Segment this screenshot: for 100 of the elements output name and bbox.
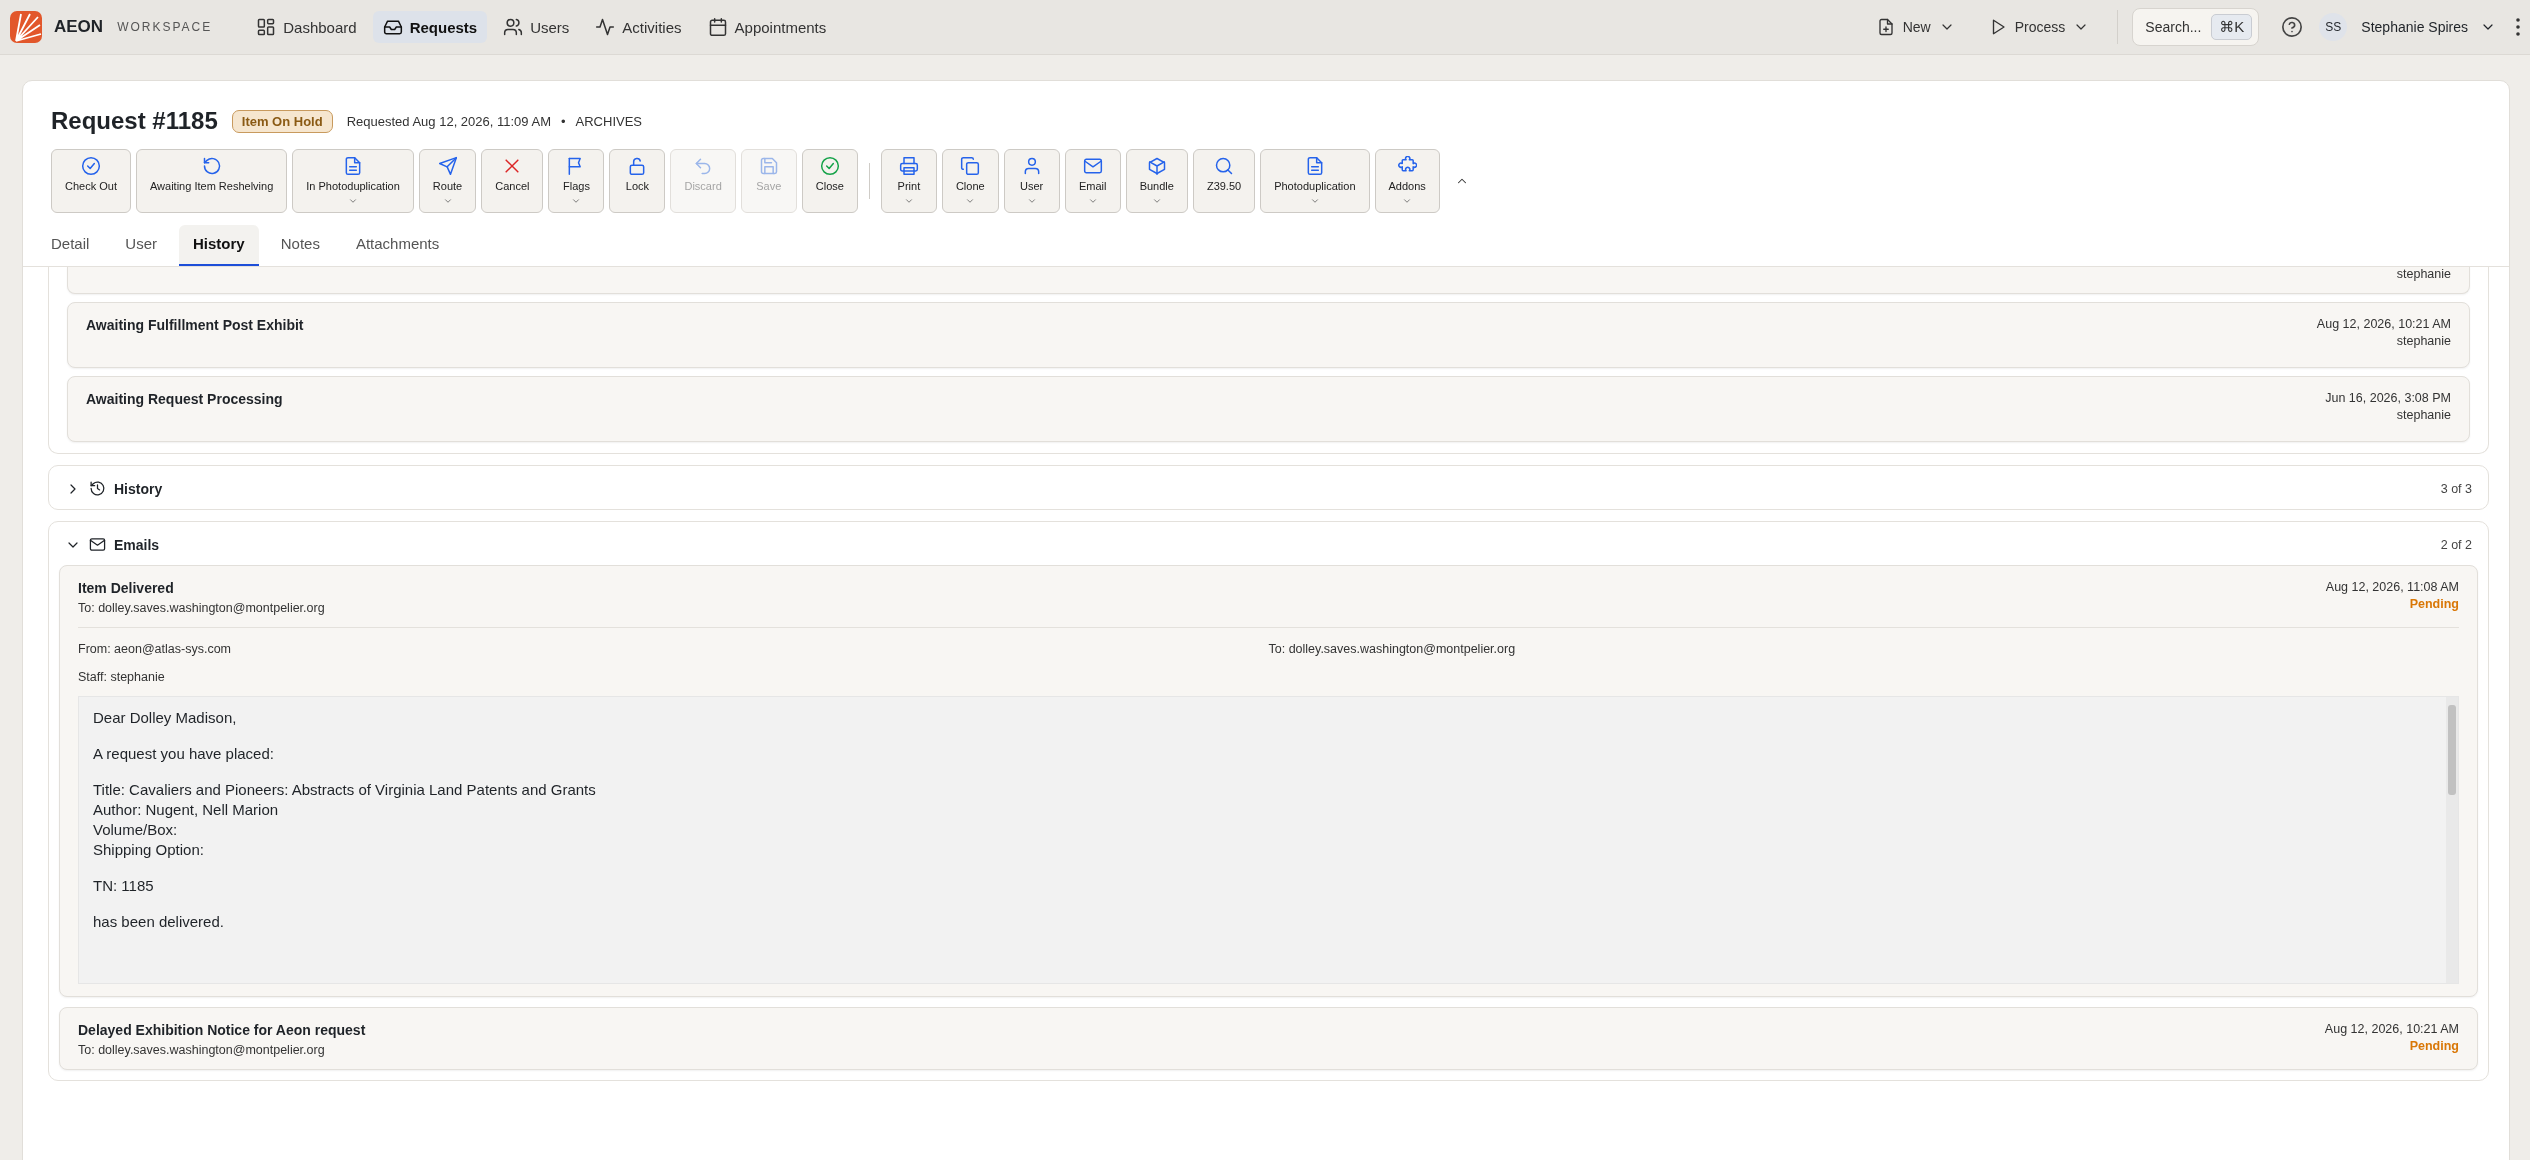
status-user: stephanie xyxy=(2396,408,2451,422)
email-card[interactable]: Delayed Exhibition Notice for Aeon request To: dolley.saves.washington@montpelier.org Aug 12, 2026, 10:21 AM Pending xyxy=(59,1007,2478,1070)
users-icon xyxy=(503,17,524,37)
caret-icon xyxy=(965,196,976,206)
requested-date: Requested Aug 12, 2026, 11:09 AM xyxy=(346,113,551,129)
caret-icon xyxy=(348,196,359,206)
toolbar-button[interactable]: Check Out xyxy=(51,149,131,213)
send-icon xyxy=(437,156,458,176)
search-field[interactable]: Search... ⌘K xyxy=(2132,8,2260,46)
caret-icon xyxy=(903,196,914,206)
nav-item[interactable]: Users xyxy=(493,11,580,43)
toolbar-button[interactable]: Photoduplication xyxy=(1260,149,1370,213)
shortcut-key: ⌘K xyxy=(2211,14,2253,40)
printer-icon xyxy=(898,156,919,176)
check-circle-icon xyxy=(819,156,840,176)
toolbar-button[interactable]: Cancel xyxy=(481,149,544,213)
toolbar-button[interactable]: In Photoduplication xyxy=(292,149,414,213)
caret-icon xyxy=(1309,196,1320,206)
toolbar-button[interactable]: Clone xyxy=(941,149,999,213)
user-name[interactable]: Stephanie Spires xyxy=(2361,19,2468,35)
email-card[interactable] xyxy=(59,565,2478,997)
email-date: Aug 12, 2026, 10:21 AM xyxy=(2324,1022,2459,1036)
toolbar-button[interactable]: Flags xyxy=(548,149,605,213)
activity-icon xyxy=(595,17,616,37)
separator-dot: • xyxy=(561,113,566,129)
toolbar-button[interactable]: Z39.50 xyxy=(1192,149,1256,213)
email-subject: Item Delivered xyxy=(78,580,175,596)
body-line: Author: Nugent, Nell Marion xyxy=(93,801,280,818)
email-status: Pending xyxy=(2409,597,2459,611)
tab[interactable]: User xyxy=(111,225,172,266)
toolbar-button[interactable]: User xyxy=(1003,149,1060,213)
email-date: Aug 12, 2026, 11:08 AM xyxy=(2325,580,2459,594)
toolbar-button[interactable]: Route xyxy=(418,149,477,213)
toolbar-button[interactable]: Email xyxy=(1064,149,1121,213)
body-line: A request you have placed: xyxy=(93,745,275,762)
nav-item[interactable]: Dashboard xyxy=(246,11,367,43)
email-sender: From: aeon@atlas-sys.com xyxy=(78,642,232,656)
email-recipient: To: dolley.saves.washington@montpelier.org xyxy=(78,601,325,615)
tab[interactable]: Detail xyxy=(37,225,104,266)
toolbar-button[interactable]: Awaiting Item Reshelving xyxy=(135,149,288,213)
email-recipient: To: dolley.saves.washington@montpelier.org xyxy=(78,1043,326,1057)
inbox-icon xyxy=(382,17,403,37)
product-name: WORKSPACE xyxy=(117,20,213,34)
history-icon xyxy=(89,480,106,497)
tab[interactable]: Notes xyxy=(266,225,334,266)
caret-icon xyxy=(442,196,453,206)
save-icon xyxy=(758,156,779,176)
toolbar-button[interactable]: Lock xyxy=(609,149,666,213)
toolbar-button[interactable]: Bundle xyxy=(1125,149,1188,213)
cube-icon xyxy=(1146,156,1167,176)
rotate-icon xyxy=(201,156,222,176)
copy-icon xyxy=(960,156,981,176)
section-title[interactable]: Emails xyxy=(114,536,160,553)
toolbar-button[interactable]: Close xyxy=(801,149,858,213)
status-user: stephanie xyxy=(2396,267,2451,281)
status-title: Awaiting Fulfillment Post Exhibit xyxy=(86,317,304,335)
body-line: TN: 1185 xyxy=(93,877,155,894)
request-title: Request #1185 xyxy=(51,107,218,135)
brand-name: AEON xyxy=(54,17,104,37)
caret-icon xyxy=(1151,196,1162,206)
email-staff: Staff: stephanie xyxy=(78,670,166,684)
caret-icon xyxy=(1087,196,1098,206)
body-line: Shipping Option: xyxy=(93,841,205,858)
status-badge: Item On Hold xyxy=(231,109,333,133)
section-count: 2 of 2 xyxy=(2440,537,2472,552)
caret-icon xyxy=(1026,196,1037,206)
toolbar-button[interactable]: Print xyxy=(880,149,937,213)
grid-icon xyxy=(256,17,277,37)
mail-icon xyxy=(1082,156,1103,176)
search-icon xyxy=(1214,156,1235,176)
body-line: Volume/Box: xyxy=(93,821,179,838)
email-status: Pending xyxy=(2409,1039,2459,1053)
help-icon xyxy=(2281,16,2304,38)
action-menu[interactable]: Process xyxy=(1974,12,2104,42)
nav-item[interactable]: Requests xyxy=(372,11,488,43)
toolbar-button[interactable]: Addons xyxy=(1374,149,1440,213)
mail-icon xyxy=(89,536,106,553)
more-icon[interactable] xyxy=(2516,18,2520,36)
caret-icon xyxy=(571,196,582,206)
avatar[interactable]: SS xyxy=(2319,13,2348,41)
caret-icon xyxy=(1402,196,1413,206)
status-title: Awaiting Request Processing xyxy=(86,391,283,409)
tab[interactable]: History xyxy=(179,225,259,266)
file-plus-icon xyxy=(1876,18,1895,36)
scrollbar[interactable] xyxy=(2446,697,2458,983)
nav-item[interactable]: Activities xyxy=(585,11,692,43)
tab[interactable]: Attachments xyxy=(341,225,454,266)
body-line: has been delivered. xyxy=(93,913,225,930)
nav-item[interactable]: Appointments xyxy=(697,11,837,43)
logo-icon xyxy=(10,11,42,43)
status-date: Jun 16, 2026, 3:08 PM xyxy=(2325,391,2451,405)
check-circle-icon xyxy=(81,156,101,176)
site-name: ARCHIVES xyxy=(575,113,642,129)
section-title[interactable]: History xyxy=(114,480,163,497)
email-recipient: To: dolley.saves.washington@montpelier.org xyxy=(1268,642,1517,656)
status-date: Aug 12, 2026, 10:21 AM xyxy=(2316,317,2451,331)
status-user: stephanie xyxy=(2396,334,2451,348)
email-subject: Delayed Exhibition Notice for Aeon request xyxy=(78,1022,366,1038)
action-menu[interactable]: New xyxy=(1862,12,1969,42)
calendar-icon xyxy=(707,17,728,37)
